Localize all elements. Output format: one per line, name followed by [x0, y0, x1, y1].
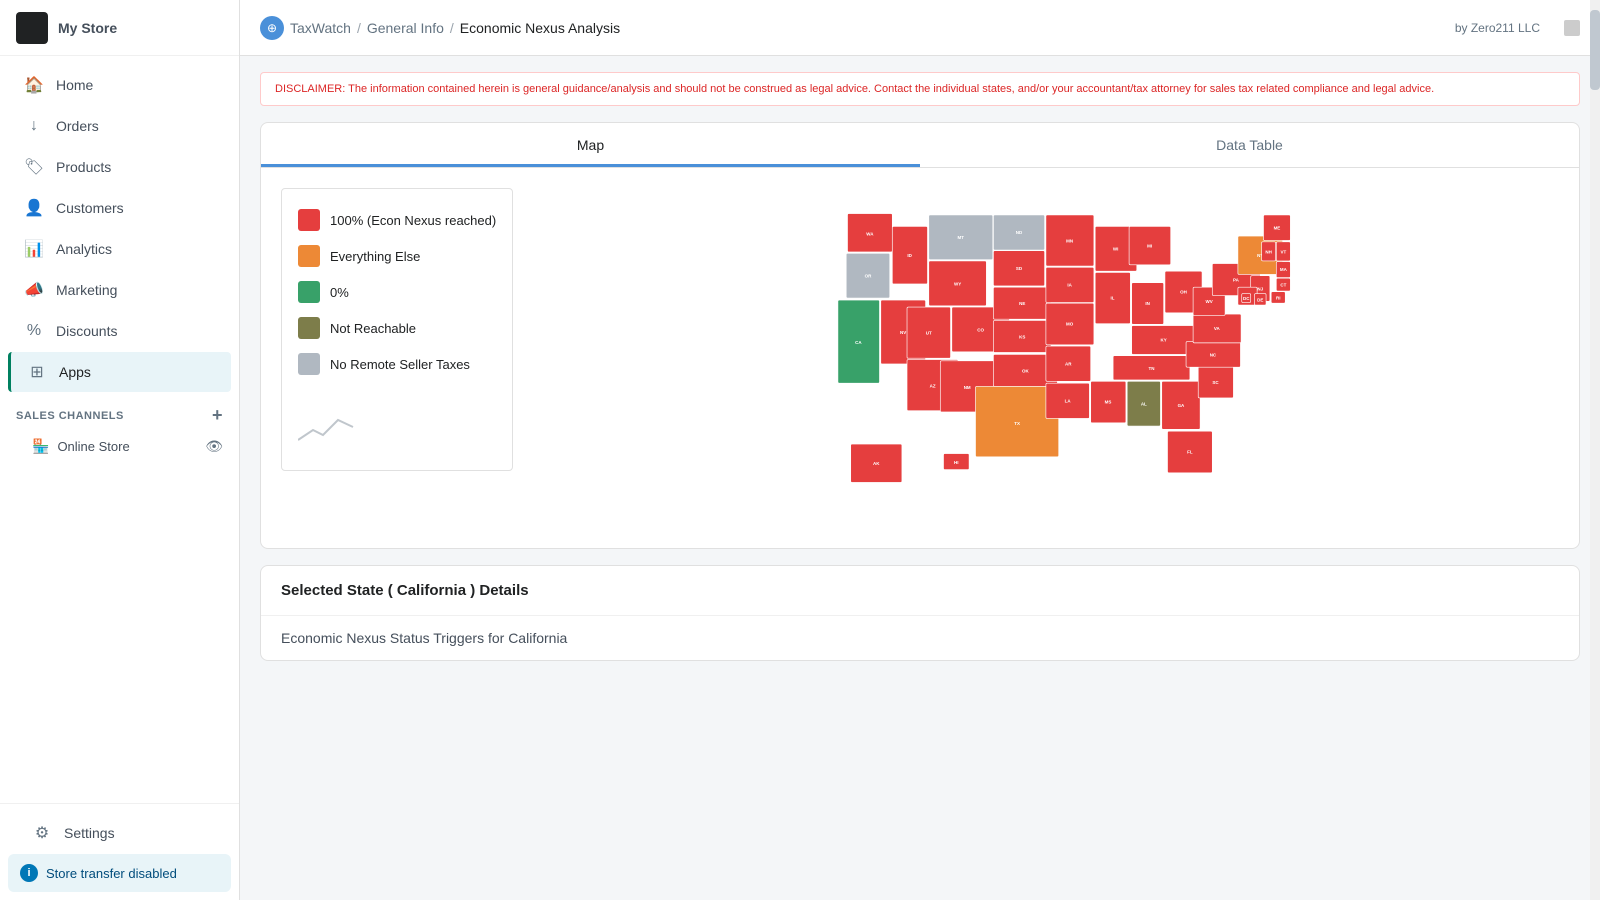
- selected-state-sub-header: Economic Nexus Status Triggers for Calif…: [261, 616, 1579, 660]
- scroll-indicator: [1564, 20, 1580, 36]
- legend-item-gray: No Remote Seller Taxes: [298, 353, 496, 375]
- state-IA[interactable]: [1046, 267, 1094, 302]
- mini-chart-icon: [298, 415, 496, 450]
- state-DC[interactable]: [1242, 294, 1251, 303]
- state-SC[interactable]: [1198, 366, 1233, 398]
- state-ND[interactable]: [994, 215, 1045, 250]
- tab-data-table[interactable]: Data Table: [920, 123, 1579, 167]
- state-MI[interactable]: [1129, 226, 1171, 264]
- sidebar-nav: 🏠 Home ↓ Orders 🏷 Products 👤 Customers 📊…: [0, 56, 239, 803]
- sidebar-item-customers[interactable]: 👤 Customers: [8, 188, 231, 228]
- state-TN[interactable]: [1113, 356, 1190, 380]
- online-store-icon: 🏪: [32, 438, 49, 455]
- state-WA[interactable]: [848, 214, 893, 252]
- sidebar-item-orders[interactable]: ↓ Orders: [8, 106, 231, 146]
- state-ME[interactable]: [1264, 215, 1291, 241]
- tab-bar: Map Data Table: [261, 123, 1579, 168]
- selected-state-header: Selected State ( California ) Details: [261, 566, 1579, 616]
- legend-swatch-orange: [298, 245, 320, 267]
- sidebar: My Store 🏠 Home ↓ Orders 🏷 Products 👤 Cu…: [0, 0, 240, 900]
- sidebar-item-settings[interactable]: ⚙ Settings: [16, 813, 223, 853]
- discounts-icon: %: [24, 321, 44, 341]
- state-IL[interactable]: [1095, 272, 1130, 323]
- state-AK[interactable]: [851, 444, 902, 482]
- online-store-eye-icon[interactable]: 👁: [205, 438, 223, 455]
- state-SD[interactable]: [994, 251, 1045, 286]
- state-NC[interactable]: [1186, 342, 1240, 368]
- analytics-icon: 📊: [24, 239, 44, 259]
- scrollbar-track[interactable]: [1590, 0, 1600, 900]
- state-MN[interactable]: [1046, 215, 1094, 266]
- state-CT[interactable]: [1277, 278, 1291, 291]
- add-sales-channel-button[interactable]: +: [212, 405, 223, 426]
- sidebar-item-marketing[interactable]: 📣 Marketing: [8, 270, 231, 310]
- state-IN[interactable]: [1132, 283, 1164, 325]
- by-label: by Zero211 LLC: [1455, 21, 1540, 35]
- apps-icon: ⊞: [27, 362, 47, 382]
- state-CA[interactable]: [838, 300, 880, 383]
- legend-swatch-red: [298, 209, 320, 231]
- legend-swatch-green: [298, 281, 320, 303]
- info-icon: i: [20, 864, 38, 882]
- sidebar-item-analytics[interactable]: 📊 Analytics: [8, 229, 231, 269]
- state-UT[interactable]: [907, 307, 951, 358]
- breadcrumb: ⊕ TaxWatch / General Info / Economic Nex…: [260, 16, 620, 40]
- orders-icon: ↓: [24, 116, 44, 136]
- state-KS[interactable]: [994, 320, 1052, 352]
- marketing-icon: 📣: [24, 280, 44, 300]
- legend-item-green: 0%: [298, 281, 496, 303]
- state-HI[interactable]: [944, 454, 970, 470]
- sidebar-logo: My Store: [0, 0, 239, 56]
- state-DE[interactable]: [1255, 294, 1267, 306]
- legend-swatch-gray: [298, 353, 320, 375]
- tab-map[interactable]: Map: [261, 123, 920, 167]
- sales-channels-section: SALES CHANNELS +: [0, 393, 239, 430]
- us-map-container: WA OR CA ID NV: [533, 188, 1559, 528]
- legend-item-red: 100% (Econ Nexus reached): [298, 209, 496, 231]
- settings-icon: ⚙: [32, 823, 52, 843]
- map-card: Map Data Table 100% (Econ Nexus reached): [260, 122, 1580, 549]
- state-AR[interactable]: [1046, 346, 1091, 381]
- store-transfer-banner: i Store transfer disabled: [8, 854, 231, 892]
- legend-item-olive: Not Reachable: [298, 317, 496, 339]
- state-GA[interactable]: [1162, 381, 1200, 429]
- sidebar-item-products[interactable]: 🏷 Products: [8, 147, 231, 187]
- taxwatch-icon: ⊕: [260, 16, 284, 40]
- scrollbar-thumb[interactable]: [1590, 10, 1600, 90]
- main-content: ⊕ TaxWatch / General Info / Economic Nex…: [240, 0, 1600, 900]
- selected-state-details: Selected State ( California ) Details Ec…: [260, 565, 1580, 661]
- state-OR[interactable]: [846, 253, 890, 298]
- map-legend: 100% (Econ Nexus reached) Everything Els…: [281, 188, 513, 471]
- sidebar-item-home[interactable]: 🏠 Home: [8, 65, 231, 105]
- us-map-svg[interactable]: WA OR CA ID NV: [533, 188, 1559, 508]
- state-VA[interactable]: [1193, 314, 1241, 343]
- sidebar-bottom: ⚙ Settings i Store transfer disabled: [0, 803, 239, 900]
- sidebar-item-apps[interactable]: ⊞ Apps: [8, 352, 231, 392]
- content-area: DISCLAIMER: The information contained he…: [240, 56, 1600, 900]
- home-icon: 🏠: [24, 75, 44, 95]
- legend-item-orange: Everything Else: [298, 245, 496, 267]
- state-MO[interactable]: [1046, 303, 1094, 345]
- state-MA[interactable]: [1277, 262, 1291, 278]
- state-NH[interactable]: [1262, 242, 1276, 261]
- state-NE[interactable]: [994, 287, 1052, 319]
- sidebar-item-discounts[interactable]: % Discounts: [8, 311, 231, 351]
- state-LA[interactable]: [1046, 383, 1090, 418]
- products-icon: 🏷: [24, 157, 44, 177]
- map-area: 100% (Econ Nexus reached) Everything Els…: [261, 168, 1579, 548]
- top-bar: ⊕ TaxWatch / General Info / Economic Nex…: [240, 0, 1600, 56]
- state-RI[interactable]: [1271, 292, 1285, 304]
- state-ID[interactable]: [893, 226, 928, 284]
- state-MT[interactable]: [929, 215, 993, 260]
- disclaimer-banner: DISCLAIMER: The information contained he…: [260, 72, 1580, 106]
- sidebar-item-online-store[interactable]: 🏪 Online Store 👁: [0, 430, 239, 463]
- state-VT[interactable]: [1277, 242, 1291, 261]
- state-FL[interactable]: [1168, 431, 1213, 473]
- legend-swatch-olive: [298, 317, 320, 339]
- customers-icon: 👤: [24, 198, 44, 218]
- state-MS[interactable]: [1091, 381, 1126, 423]
- state-WY[interactable]: [929, 261, 987, 306]
- state-AL[interactable]: [1127, 381, 1160, 426]
